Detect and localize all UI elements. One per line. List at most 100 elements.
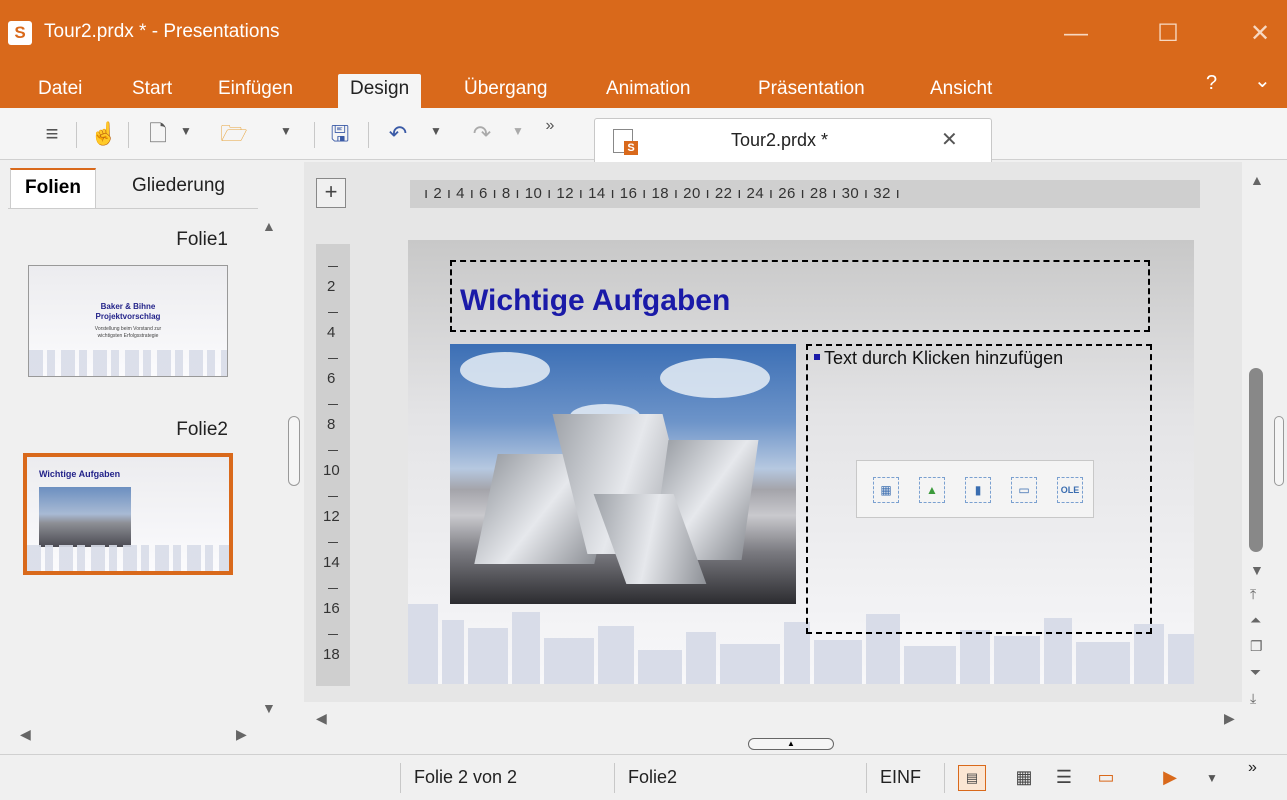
maximize-button[interactable]: ☐ — [1148, 14, 1188, 54]
slide-label-1: Folie1 — [176, 229, 228, 250]
tab-folien[interactable]: Folien — [10, 168, 96, 208]
slide-thumbnail-2[interactable]: Wichtige Aufgaben — [23, 453, 233, 575]
insert-object-bar: ▦ ▲ ▮ ▭ OLE — [856, 460, 1094, 518]
hand-pointer-icon[interactable]: ☝ — [90, 120, 118, 148]
chevron-down-icon[interactable]: ▼ — [430, 124, 442, 138]
tab-gliederung[interactable]: Gliederung — [118, 168, 239, 208]
undo-icon[interactable]: ↶ — [384, 120, 412, 148]
chart-icon[interactable]: ▮ — [965, 477, 991, 503]
ruler-number: 16 — [323, 600, 340, 617]
slide-photo[interactable] — [450, 344, 796, 604]
help-button[interactable]: ? — [1206, 72, 1217, 95]
scroll-up-icon[interactable]: ▲ — [262, 218, 276, 234]
toolbar-separator — [314, 122, 315, 148]
open-folder-icon[interactable]: 🗁 — [220, 120, 248, 148]
normal-view-icon[interactable]: ▤ — [958, 765, 986, 791]
menu-start[interactable]: Start — [120, 74, 184, 108]
slide-overview-icon[interactable]: ❐ — [1250, 638, 1263, 655]
ruler-tick — [328, 588, 338, 589]
vertical-scrollbar[interactable]: ▲ ▼ ⤒ ⏶ ❐ ⏷ ⤓ — [1244, 162, 1274, 748]
vertical-ruler: 2 4 6 8 10 12 14 16 18 — [316, 244, 350, 686]
ruler-number: 6 — [327, 370, 336, 387]
bullet-marker — [814, 354, 820, 360]
hamburger-menu-icon[interactable]: ≡ — [38, 120, 66, 148]
ruler-number: 10 — [323, 462, 340, 479]
ruler-tick — [328, 358, 338, 359]
slides-pane: Folien Gliederung Folie1 Baker & Bihne P… — [0, 160, 288, 748]
close-window-button[interactable]: ✕ — [1240, 14, 1280, 54]
last-slide-icon[interactable]: ⤓ — [1250, 690, 1256, 707]
slide-thumbnail-1[interactable]: Baker & Bihne Projektvorschlag Vorstellu… — [28, 265, 228, 377]
textframe-icon[interactable]: ▭ — [1011, 477, 1037, 503]
chevron-down-icon[interactable]: ▼ — [180, 124, 192, 138]
outline-view-icon[interactable]: ☰ — [1050, 765, 1078, 791]
more-icon[interactable]: » — [536, 112, 564, 140]
window-title: Tour2.prdx * - Presentations — [44, 21, 280, 42]
more-icon[interactable]: » — [1248, 759, 1257, 777]
slide-title[interactable]: Wichtige Aufgaben — [460, 284, 730, 318]
content-placeholder[interactable]: Text durch Klicken hinzufügen ▦ ▲ ▮ ▭ OL… — [806, 344, 1152, 634]
menu-einfuegen[interactable]: Einfügen — [206, 74, 305, 108]
status-bar: Folie 2 von 2 Folie2 EINF ▤ ▦ ☰ ▭ ▶ ▼ » — [0, 754, 1287, 800]
skyline-graphic — [29, 350, 227, 376]
first-slide-icon[interactable]: ⤒ — [1250, 586, 1256, 603]
input-mode[interactable]: EINF — [880, 767, 921, 788]
slideshow-icon[interactable]: ▶ — [1156, 765, 1184, 791]
toolbar-separator — [368, 122, 369, 148]
status-separator — [400, 763, 401, 793]
presentations-window: S Tour2.prdx * - Presentations — ☐ ✕ Dat… — [0, 0, 1287, 800]
chevron-down-icon[interactable]: ▼ — [280, 124, 292, 138]
ruler-number: 14 — [323, 554, 340, 571]
left-pane-splitter-handle[interactable] — [288, 416, 300, 486]
ruler-corner-icon[interactable]: + — [316, 178, 346, 208]
scroll-down-icon[interactable]: ▼ — [262, 700, 276, 716]
title-placeholder[interactable]: Wichtige Aufgaben — [450, 260, 1150, 332]
redo-icon[interactable]: ↷ — [468, 120, 496, 148]
menu-uebergang[interactable]: Übergang — [452, 74, 559, 108]
menu-animation[interactable]: Animation — [594, 74, 703, 108]
scroll-up-icon[interactable]: ▲ — [1250, 172, 1264, 188]
minimize-button[interactable]: — — [1056, 14, 1096, 54]
menu-praesentation[interactable]: Präsentation — [746, 74, 877, 108]
toolbar-separator — [76, 122, 77, 148]
image-icon[interactable]: ▲ — [919, 477, 945, 503]
splitter-grip-icon[interactable]: ▲ — [748, 738, 834, 750]
scroll-right-icon[interactable]: ▶ — [236, 726, 247, 743]
horizontal-scrollbar[interactable]: ◀ ▶ — [304, 706, 1242, 732]
scroll-left-icon[interactable]: ◀ — [316, 710, 327, 727]
menu-datei[interactable]: Datei — [26, 74, 94, 108]
right-pane-splitter-handle[interactable] — [1274, 416, 1284, 486]
scroll-down-icon[interactable]: ▼ — [1250, 562, 1264, 578]
thumb-photo — [39, 487, 131, 547]
ruler-number: 8 — [327, 416, 336, 433]
slide-canvas[interactable]: Wichtige Aufgaben Text durch Klicken hin… — [408, 240, 1194, 684]
menu-design[interactable]: Design — [338, 74, 422, 108]
chevron-down-icon[interactable]: ▼ — [1206, 771, 1218, 785]
ruler-number: 12 — [323, 508, 340, 525]
collapse-ribbon-icon[interactable]: ⌄ — [1254, 68, 1271, 93]
next-slide-icon[interactable]: ⏷ — [1250, 664, 1261, 681]
ruler-tick — [328, 266, 338, 267]
thumb-line: Vorstellung beim Vorstand zur — [94, 326, 162, 332]
slide-sorter-icon[interactable]: ▦ — [1010, 765, 1038, 791]
notes-view-icon[interactable]: ▭ — [1092, 765, 1120, 791]
previous-slide-icon[interactable]: ⏶ — [1250, 612, 1261, 629]
save-icon[interactable]: 🖫 — [326, 120, 354, 148]
scroll-left-icon[interactable]: ◀ — [20, 726, 31, 743]
new-file-icon[interactable]: 🗋 — [144, 120, 172, 148]
quick-access-toolbar: ≡ ☝ 🗋 ▼ 🗁 ▼ 🖫 ↶ ▼ ↷ ▼ » Tour2.prdx * ✕ — [0, 108, 1287, 162]
scrollbar-thumb[interactable] — [1249, 368, 1263, 552]
chevron-down-icon[interactable]: ▼ — [512, 124, 524, 138]
ole-icon[interactable]: OLE — [1057, 477, 1083, 503]
ruler-tick — [328, 450, 338, 451]
slide-position: Folie 2 von 2 — [414, 767, 518, 787]
close-tab-icon[interactable]: ✕ — [941, 127, 958, 152]
scroll-right-icon[interactable]: ▶ — [1224, 710, 1235, 727]
app-logo-icon[interactable]: S — [8, 21, 32, 45]
slide-name: Folie2 — [628, 767, 678, 787]
content-placeholder-text[interactable]: Text durch Klicken hinzufügen — [824, 348, 1063, 369]
table-icon[interactable]: ▦ — [873, 477, 899, 503]
menu-ansicht[interactable]: Ansicht — [918, 74, 1004, 108]
tab-document[interactable]: Tour2.prdx * ✕ — [594, 118, 992, 162]
status-separator — [614, 763, 615, 793]
